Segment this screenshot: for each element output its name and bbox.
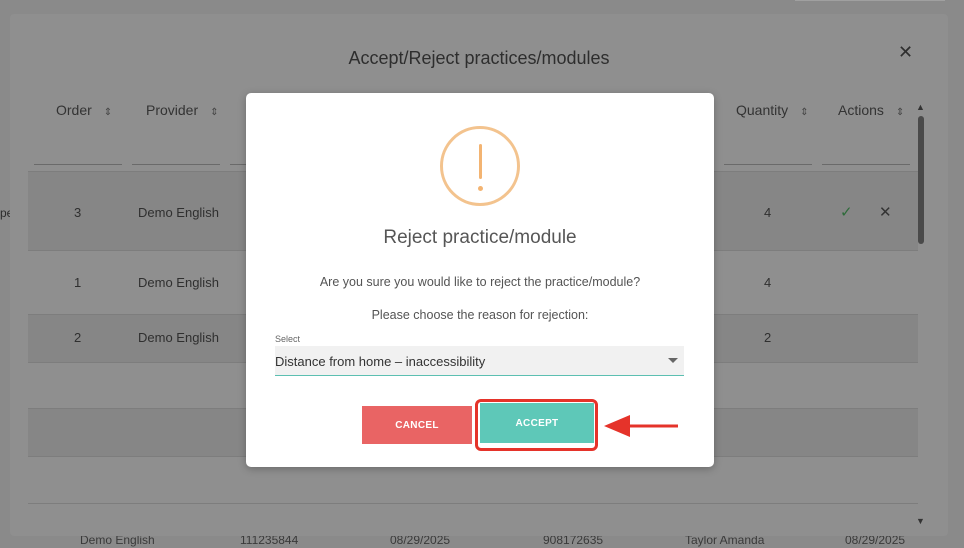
modal-title: Accept/Reject practices/modules — [348, 48, 610, 68]
chevron-down-icon[interactable] — [668, 358, 678, 363]
table-cell-order: 2 — [74, 330, 82, 345]
scrollbar[interactable]: ▲ ▼ — [916, 102, 926, 526]
rejection-reason-select[interactable]: Distance from home – inaccessibility — [275, 346, 684, 376]
background-divider — [795, 0, 945, 1]
check-icon[interactable]: ✓ — [840, 203, 853, 221]
table-cell-order: 1 — [74, 275, 82, 290]
column-label: Quantity — [736, 102, 789, 118]
warning-exclamation-icon — [440, 126, 520, 206]
scroll-down-icon[interactable]: ▼ — [916, 516, 925, 526]
column-label: Order — [56, 102, 92, 118]
dialog-message: Are you sure you would like to reject th… — [319, 275, 641, 289]
filter-input-quantity[interactable] — [724, 164, 812, 165]
table-cell-provider: Demo English — [138, 205, 219, 220]
warning-bar — [479, 144, 482, 179]
table-cell-provider: Demo English — [138, 330, 219, 345]
scrollbar-thumb[interactable] — [918, 116, 924, 244]
cancel-button[interactable]: CANCEL — [362, 406, 472, 444]
column-label: Actions — [838, 102, 884, 118]
column-label: Provider — [146, 102, 199, 118]
filter-input-provider[interactable] — [132, 164, 220, 165]
sort-icon[interactable]: ⇕ — [800, 107, 808, 118]
reason-prompt: Please choose the reason for rejection: — [371, 308, 589, 322]
select-label: Select — [275, 334, 301, 344]
table-cell-quantity: 4 — [764, 205, 772, 220]
column-header-order[interactable]: Order ⇕ — [56, 102, 112, 118]
scroll-up-icon[interactable]: ▲ — [916, 102, 925, 112]
column-header-actions[interactable]: Actions ⇕ — [838, 102, 904, 118]
dialog-title: Reject practice/module — [383, 227, 577, 248]
accept-button[interactable]: ACCEPT — [480, 403, 594, 443]
close-icon[interactable]: ✕ — [898, 42, 913, 63]
filter-input-actions[interactable] — [822, 164, 910, 165]
x-icon[interactable]: ✕ — [879, 203, 892, 221]
table-cell-quantity: 2 — [764, 330, 772, 345]
column-header-provider[interactable]: Provider ⇕ — [146, 102, 219, 118]
warning-dot — [478, 186, 483, 191]
arrow-left-icon — [604, 415, 678, 437]
divider — [28, 503, 918, 504]
select-value: Distance from home – inaccessibility — [275, 354, 486, 369]
table-cell-quantity: 4 — [764, 275, 772, 290]
table-cell-provider: Demo English — [138, 275, 219, 290]
sort-icon[interactable]: ⇕ — [896, 107, 904, 118]
column-header-quantity[interactable]: Quantity ⇕ — [736, 102, 809, 118]
table-cell-order: 3 — [74, 205, 82, 220]
sort-icon[interactable]: ⇕ — [104, 107, 112, 118]
filter-input-order[interactable] — [34, 164, 122, 165]
sort-icon[interactable]: ⇕ — [210, 107, 218, 118]
